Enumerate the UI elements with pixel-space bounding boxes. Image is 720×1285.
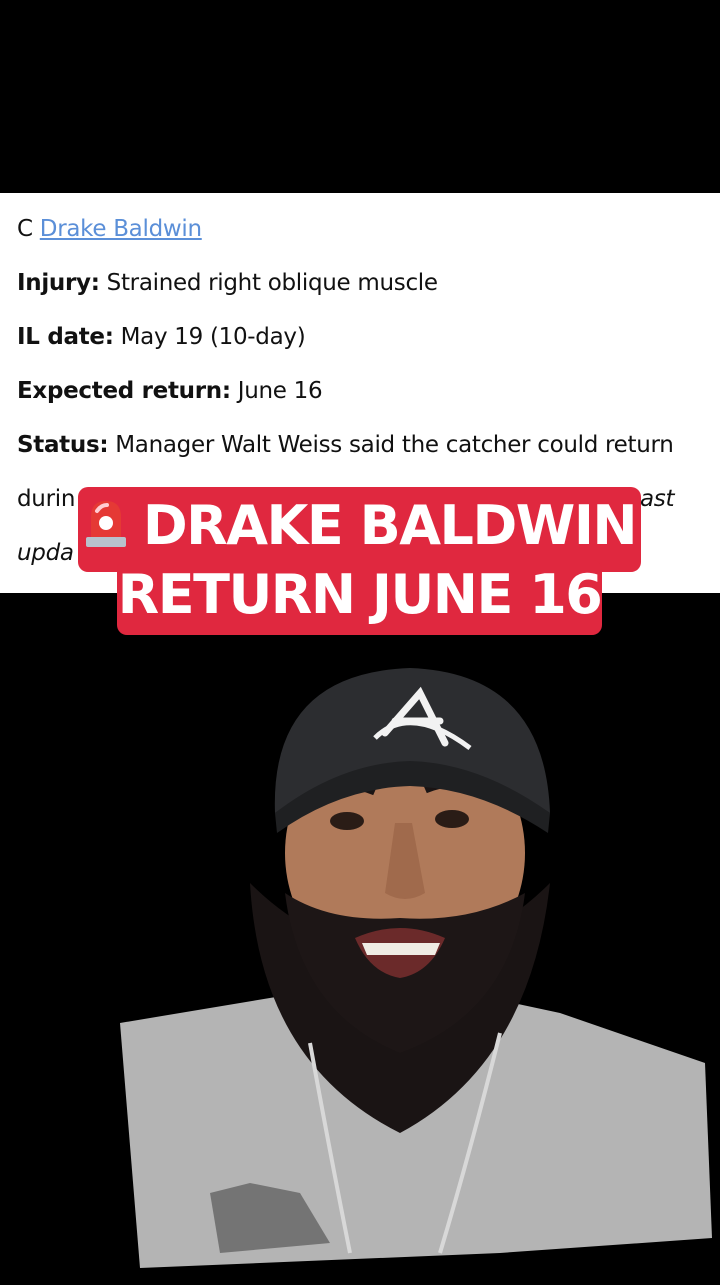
presenter-video <box>0 593 720 1280</box>
status-continuation-start: durin <box>17 486 76 512</box>
status-continuation-end: ast <box>640 486 675 512</box>
player-name-link[interactable]: Drake Baldwin <box>40 216 202 242</box>
injury-value: Strained right oblique muscle <box>106 270 438 296</box>
status-label: Status: <box>17 432 109 458</box>
expected-return-value: June 16 <box>237 378 323 404</box>
player-line: C Drake Baldwin <box>17 216 202 242</box>
article-screenshot: C Drake Baldwin Injury: Strained right o… <box>0 193 720 593</box>
il-date-value: May 19 (10-day) <box>120 324 306 350</box>
expected-return-line: Expected return: June 16 <box>17 378 323 404</box>
il-date-line: IL date: May 19 (10-day) <box>17 324 306 350</box>
presenter-image <box>120 668 712 1268</box>
last-updated-fragment: upda <box>17 540 74 566</box>
injury-line: Injury: Strained right oblique muscle <box>17 270 438 296</box>
injury-label: Injury: <box>17 270 100 296</box>
status-line: Status: Manager Walt Weiss said the catc… <box>17 432 674 458</box>
status-value: Manager Walt Weiss said the catcher coul… <box>115 432 674 458</box>
player-position: C <box>17 216 33 242</box>
expected-return-label: Expected return: <box>17 378 231 404</box>
il-date-label: IL date: <box>17 324 114 350</box>
